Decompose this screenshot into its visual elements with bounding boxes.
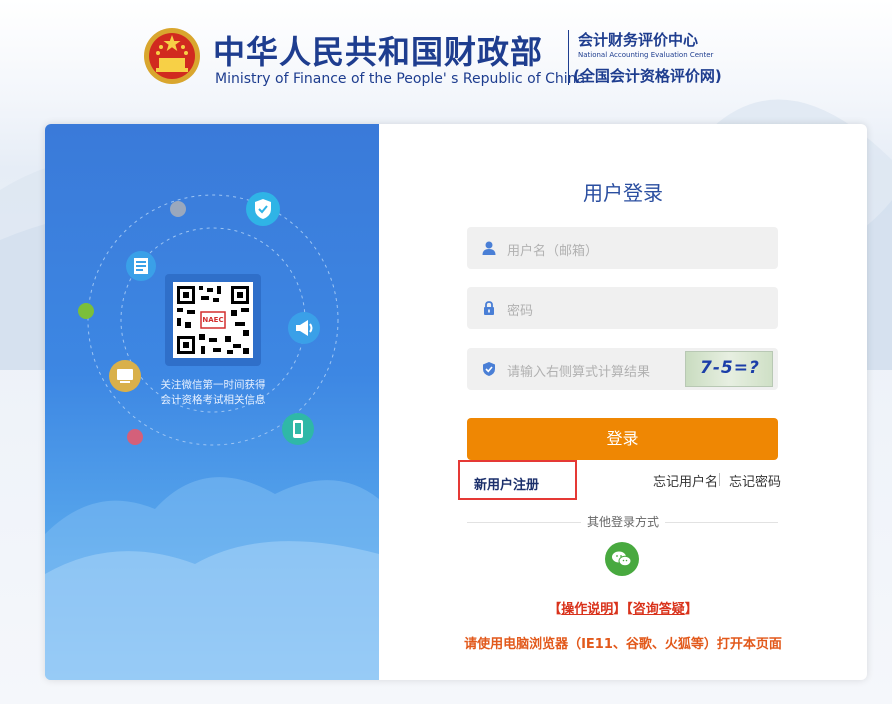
password-field[interactable]: 密码: [467, 287, 778, 329]
forgot-password-link[interactable]: 忘记密码: [729, 471, 781, 490]
browser-notice: 请使用电脑浏览器（IE11、谷歌、火狐等）打开本页面: [464, 637, 782, 652]
qr-caption-line2: 会计资格考试相关信息: [160, 394, 266, 406]
monitor-icon: [109, 360, 141, 392]
header-divider: [568, 30, 569, 85]
instructions-link[interactable]: 操作说明: [561, 602, 613, 617]
wechat-qr-code: NAEC: [165, 274, 261, 366]
captcha-field[interactable]: 请输入右侧算式计算结果 7-5=?: [467, 348, 778, 390]
login-card: NAEC 关注微信第一时间获得 会计资格考试相关信息 用户登录 用户名（邮箱） …: [45, 124, 867, 680]
login-button[interactable]: 登录: [467, 418, 778, 460]
forgot-username-link[interactable]: 忘记用户名: [653, 471, 718, 490]
mobile-icon: [282, 413, 314, 445]
login-form: 用户登录 用户名（邮箱） 密码 请输入右侧算式计算结果 7-5=? 登录 新用户…: [379, 124, 867, 680]
forgot-separator: [719, 473, 720, 486]
wechat-icon: [612, 551, 632, 567]
captcha-image[interactable]: 7-5=?: [685, 351, 773, 387]
document-icon: [126, 251, 156, 281]
national-emblem-icon: [144, 28, 200, 84]
megaphone-icon: [288, 312, 320, 344]
other-login-label: 其他登录方式: [379, 513, 867, 530]
qr-badge: NAEC: [202, 316, 224, 324]
ministry-title-en: Ministry of Finance of the People' s Rep…: [215, 71, 586, 87]
username-field[interactable]: 用户名（邮箱）: [467, 227, 778, 269]
register-label: 新用户注册: [474, 478, 540, 493]
faq-link[interactable]: 咨询答疑: [633, 602, 685, 617]
user-icon: [482, 241, 496, 255]
captcha-text: 7-5=?: [700, 358, 760, 378]
shield-check-icon: [246, 192, 280, 226]
password-placeholder: 密码: [507, 304, 534, 319]
center-title-cn: 会计财务评价中心: [578, 31, 699, 49]
lock-icon: [484, 301, 494, 315]
username-placeholder: 用户名（邮箱）: [507, 244, 599, 259]
wechat-login-button[interactable]: [605, 542, 639, 576]
qr-caption-line1: 关注微信第一时间获得: [160, 379, 266, 391]
center-title-en: National Accounting Evaluation Center: [578, 51, 714, 59]
promo-panel: NAEC 关注微信第一时间获得 会计资格考试相关信息: [45, 124, 379, 680]
captcha-placeholder: 请输入右侧算式计算结果: [507, 365, 651, 380]
help-links: 【操作说明】【咨询答疑】: [548, 602, 698, 617]
center-subtitle: (全国会计资格评价网): [573, 67, 722, 85]
site-header: 中华人民共和国财政部 Ministry of Finance of the Pe…: [0, 0, 892, 110]
shield-icon: [483, 362, 495, 376]
register-link[interactable]: 新用户注册: [458, 460, 577, 500]
ministry-title-cn: 中华人民共和国财政部: [213, 33, 544, 71]
login-title: 用户登录: [583, 181, 663, 205]
